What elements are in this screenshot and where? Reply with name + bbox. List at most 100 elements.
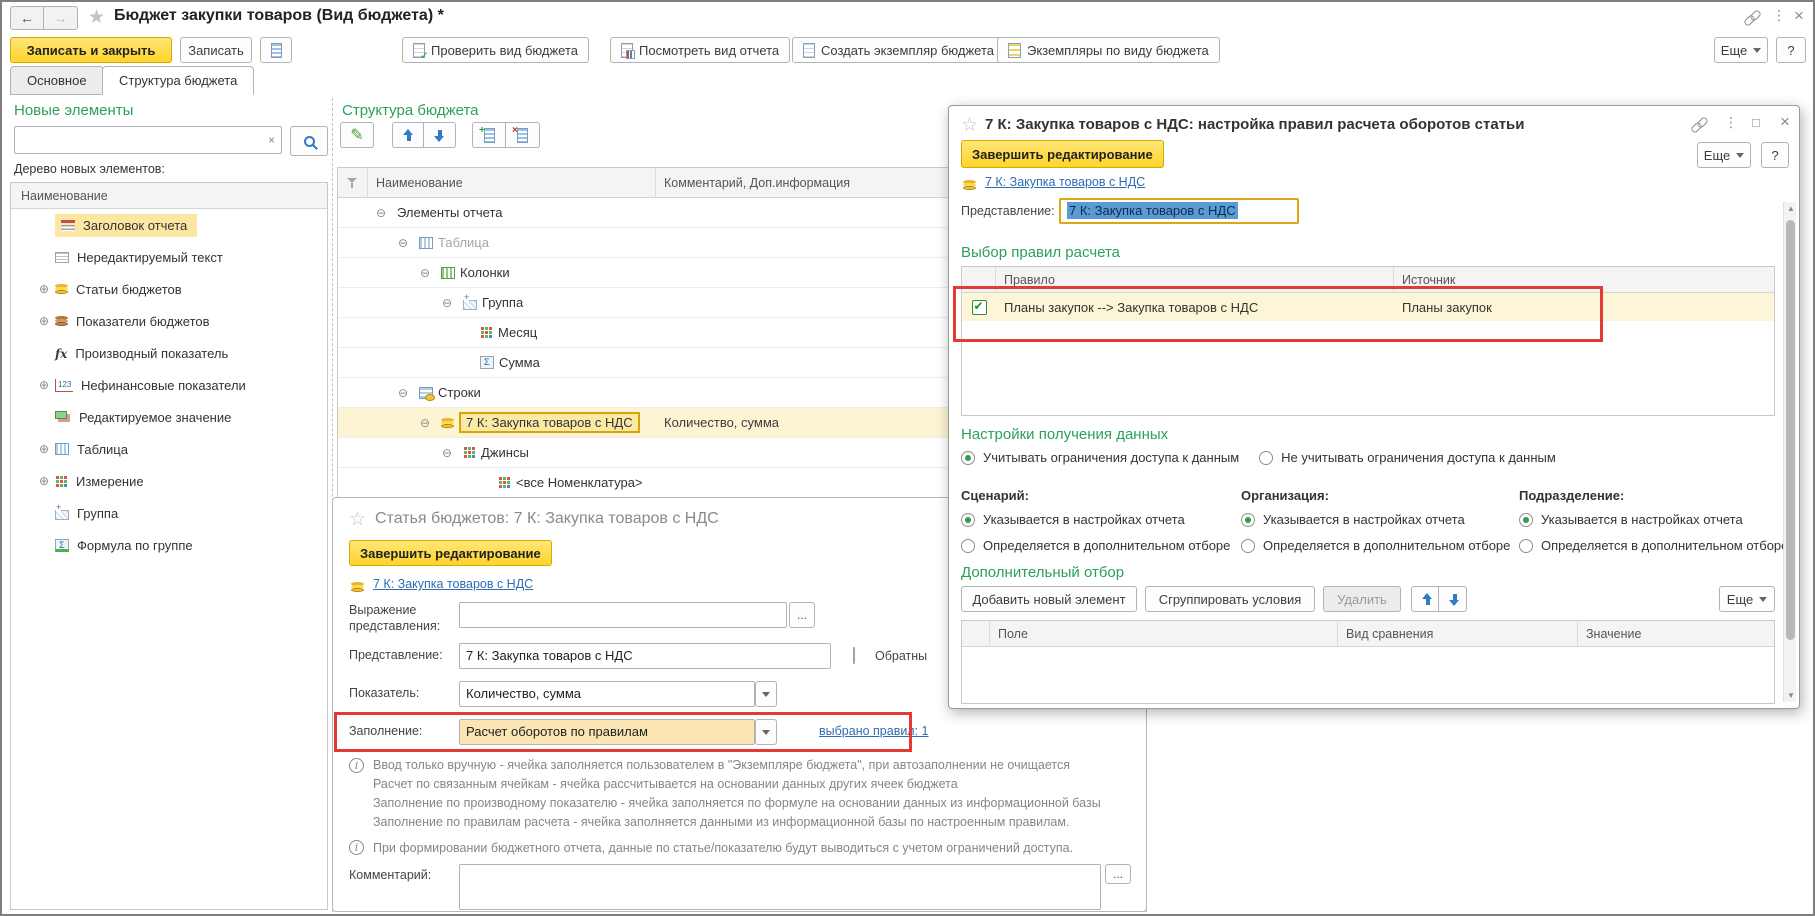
radio-label: Указывается в настройках отчета (983, 512, 1185, 527)
document-icon (803, 42, 815, 58)
access-info-line: При формировании бюджетного отчета, данн… (373, 841, 1074, 855)
clear-search-icon[interactable]: × (268, 128, 275, 152)
radio-scenario-filter[interactable] (961, 538, 975, 553)
filter-move-up-button[interactable] (1411, 586, 1439, 612)
radio-dept-filter[interactable] (1519, 538, 1533, 553)
radio-scenario-report[interactable] (961, 512, 975, 527)
article-link[interactable]: 7 К: Закупка товаров с НДС (373, 577, 533, 591)
rule-row-selected[interactable]: Планы закупок --> Закупка товаров с НДС … (962, 293, 1774, 321)
tree-item-derived-indicator[interactable]: Производный показатель (11, 337, 327, 369)
search-button[interactable] (290, 126, 328, 156)
presentation-input[interactable]: 7 К: Закупка товаров с НДС (459, 643, 831, 669)
finish-editing-button[interactable]: Завершить редактирование (349, 540, 552, 566)
instances-by-type-button[interactable]: Экземпляры по виду бюджета (997, 37, 1220, 63)
expand-icon[interactable] (39, 282, 55, 296)
table-columns-icon (441, 266, 455, 279)
favorite-star-icon[interactable] (349, 508, 366, 531)
tab-main[interactable]: Основное (10, 66, 104, 95)
help-button[interactable]: ? (1776, 37, 1806, 63)
close-window-icon[interactable] (1794, 6, 1804, 26)
radio-ignore-access[interactable] (1259, 450, 1274, 465)
collapse-icon[interactable] (442, 296, 458, 310)
add-filter-button[interactable]: Добавить новый элемент (961, 586, 1137, 612)
expression-more-button[interactable]: ... (789, 602, 815, 628)
filter-table-header[interactable]: Поле Вид сравнения Значение (962, 621, 1774, 647)
collapse-icon[interactable] (420, 266, 436, 280)
tree-item-budget-articles[interactable]: Статьи бюджетов (11, 273, 327, 305)
save-button[interactable]: Записать (180, 37, 252, 63)
scrollbar-thumb[interactable] (1786, 220, 1795, 640)
edit-button[interactable] (340, 122, 374, 148)
tree-item-group[interactable]: Группа (11, 497, 327, 529)
reverse-sign-checkbox[interactable] (853, 647, 855, 664)
radio-dept-report[interactable] (1519, 512, 1533, 527)
scenario-label: Сценарий: (961, 488, 1029, 503)
dialog-more-button[interactable]: Еще (1697, 142, 1751, 168)
radio-org-report[interactable] (1241, 512, 1255, 527)
more-menu-icon[interactable] (1724, 114, 1738, 131)
favorite-star-icon[interactable] (88, 6, 105, 29)
tab-structure[interactable]: Структура бюджета (102, 66, 255, 95)
more-menu-icon[interactable] (1772, 7, 1786, 24)
collapse-icon[interactable] (442, 446, 458, 460)
tree-item-table[interactable]: Таблица (11, 433, 327, 465)
dialog-finish-editing-button[interactable]: Завершить редактирование (961, 140, 1164, 168)
create-instance-button[interactable]: Создать экземпляр бюджета (792, 37, 1005, 63)
view-report-button[interactable]: Посмотреть вид отчета (610, 37, 791, 63)
fill-select[interactable]: Расчет оборотов по правилам (459, 719, 755, 745)
tree-item-budget-indicators[interactable]: Показатели бюджетов (11, 305, 327, 337)
fill-dropdown-button[interactable] (755, 719, 777, 745)
expression-input[interactable] (459, 602, 787, 628)
selected-rules-link[interactable]: выбрано правил: 1 (819, 724, 929, 738)
maximize-icon[interactable] (1752, 114, 1760, 130)
tree-item-editable-value[interactable]: Редактируемое значение (11, 401, 327, 433)
indicator-select[interactable]: Количество, сумма (459, 681, 755, 707)
dialog-scrollbar[interactable]: ▲ ▼ (1783, 202, 1796, 702)
indicator-dropdown-button[interactable] (755, 681, 777, 707)
tree-item-report-header[interactable]: Заголовок отчета (11, 209, 327, 241)
row-label: 7 К: Закупка товаров с НДС (459, 412, 640, 433)
more-button[interactable]: Еще (1714, 37, 1768, 63)
collapse-icon[interactable] (398, 236, 414, 250)
rule-checkbox[interactable] (971, 299, 987, 315)
tree-column-header[interactable]: Наименование (11, 183, 327, 209)
search-input[interactable]: × (14, 126, 282, 154)
dialog-help-button[interactable]: ? (1761, 142, 1789, 168)
group-conditions-button[interactable]: Сгруппировать условия (1145, 586, 1315, 612)
journal-button[interactable] (260, 37, 292, 63)
collapse-icon[interactable] (398, 386, 414, 400)
dialog-presentation-input[interactable]: 7 К: Закупка товаров с НДС (1059, 198, 1299, 224)
collapse-icon[interactable] (420, 416, 436, 430)
tree-item-nonfinancial[interactable]: Нефинансовые показатели (11, 369, 327, 401)
radio-org-filter[interactable] (1241, 538, 1255, 553)
delete-filter-button[interactable]: Удалить (1323, 586, 1401, 612)
scroll-down-icon[interactable]: ▼ (1787, 691, 1795, 700)
tree-item-dimension[interactable]: Измерение (11, 465, 327, 497)
move-up-button[interactable] (392, 122, 424, 148)
expand-icon[interactable] (39, 378, 55, 392)
filter-more-button[interactable]: Еще (1719, 586, 1775, 612)
comment-textarea[interactable] (459, 864, 1101, 910)
forward-button[interactable]: → (44, 6, 78, 30)
dialog-article-link[interactable]: 7 К: Закупка товаров с НДС (985, 175, 1145, 189)
scroll-up-icon[interactable]: ▲ (1787, 204, 1795, 213)
tree-item-group-formula[interactable]: Формула по группе (11, 529, 327, 561)
comment-more-button[interactable]: ... (1105, 864, 1131, 884)
more-label: Еще (1726, 591, 1754, 607)
collapse-icon[interactable] (376, 206, 392, 220)
expand-icon[interactable] (39, 442, 55, 456)
move-down-button[interactable] (424, 122, 456, 148)
filter-move-down-button[interactable] (1439, 586, 1467, 612)
save-close-button[interactable]: Записать и закрыть (10, 37, 172, 63)
back-button[interactable]: ← (10, 6, 44, 30)
check-budget-button[interactable]: Проверить вид бюджета (402, 37, 590, 63)
close-dialog-icon[interactable] (1780, 112, 1790, 132)
radio-consider-access[interactable] (961, 450, 975, 465)
favorite-star-icon[interactable] (961, 114, 978, 137)
rules-table-header[interactable]: Правило Источник (962, 267, 1774, 293)
tree-item-static-text[interactable]: Нередактируемый текст (11, 241, 327, 273)
delete-element-button[interactable]: × (506, 122, 540, 148)
add-element-button[interactable]: + (472, 122, 506, 148)
expand-icon[interactable] (39, 474, 55, 488)
expand-icon[interactable] (39, 314, 55, 328)
